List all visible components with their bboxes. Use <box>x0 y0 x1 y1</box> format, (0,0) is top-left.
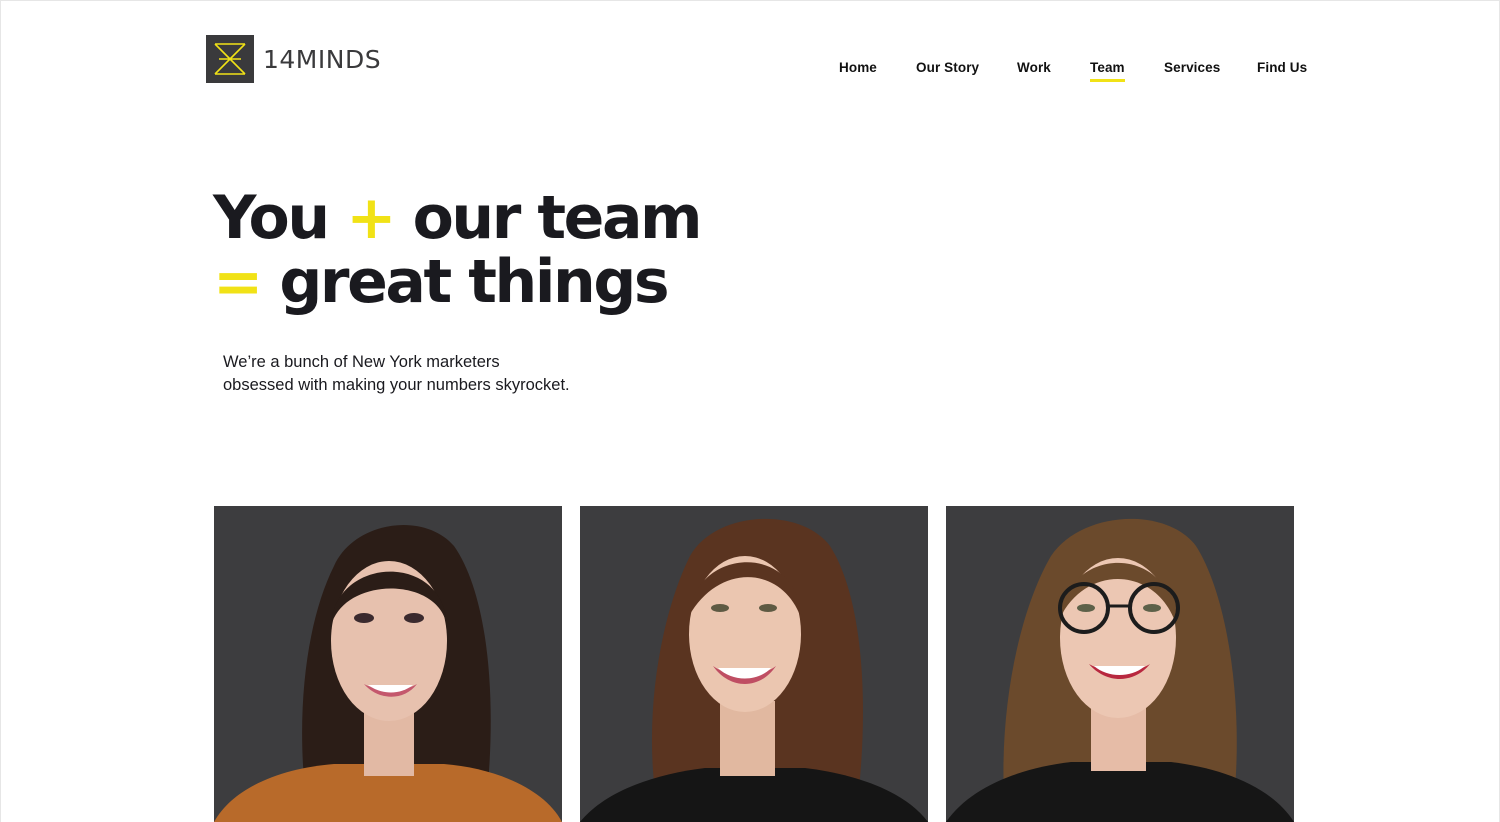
hero-heading: You + our team = great things <box>213 183 703 314</box>
nav-item-work[interactable]: Work <box>1017 60 1051 75</box>
team-member-portrait <box>580 506 928 822</box>
nav-item-find-us[interactable]: Find Us <box>1257 60 1307 75</box>
hero-heading-line-2: = great things <box>213 250 700 314</box>
hero-word-our-team: our team <box>412 183 703 253</box>
hero-subtitle-line-2: obsessed with making your numbers skyroc… <box>223 376 570 394</box>
hero-word-you: You <box>213 183 330 253</box>
plus-symbol: + <box>346 183 396 253</box>
team-grid <box>0 506 1500 822</box>
main-nav: Home Our Story Work Team Services Find U… <box>0 60 1500 84</box>
nav-item-team[interactable]: Team <box>1090 60 1125 82</box>
equals-symbol: = <box>213 247 263 317</box>
team-member-photo[interactable] <box>580 506 928 822</box>
nav-item-home[interactable]: Home <box>839 60 877 75</box>
hero-word-great-things: great things <box>279 247 669 317</box>
hero-heading-line-1: You + our team <box>213 183 703 253</box>
hero-subtitle-line-1: We’re a bunch of New York marketers <box>223 353 500 371</box>
nav-item-services[interactable]: Services <box>1164 60 1220 75</box>
team-member-photo[interactable] <box>946 506 1294 822</box>
team-member-portrait <box>946 506 1294 822</box>
nav-item-our-story[interactable]: Our Story <box>916 60 979 75</box>
team-member-portrait <box>214 506 562 822</box>
hero-subtitle: We’re a bunch of New York marketers obse… <box>223 351 570 397</box>
team-member-photo[interactable] <box>214 506 562 822</box>
